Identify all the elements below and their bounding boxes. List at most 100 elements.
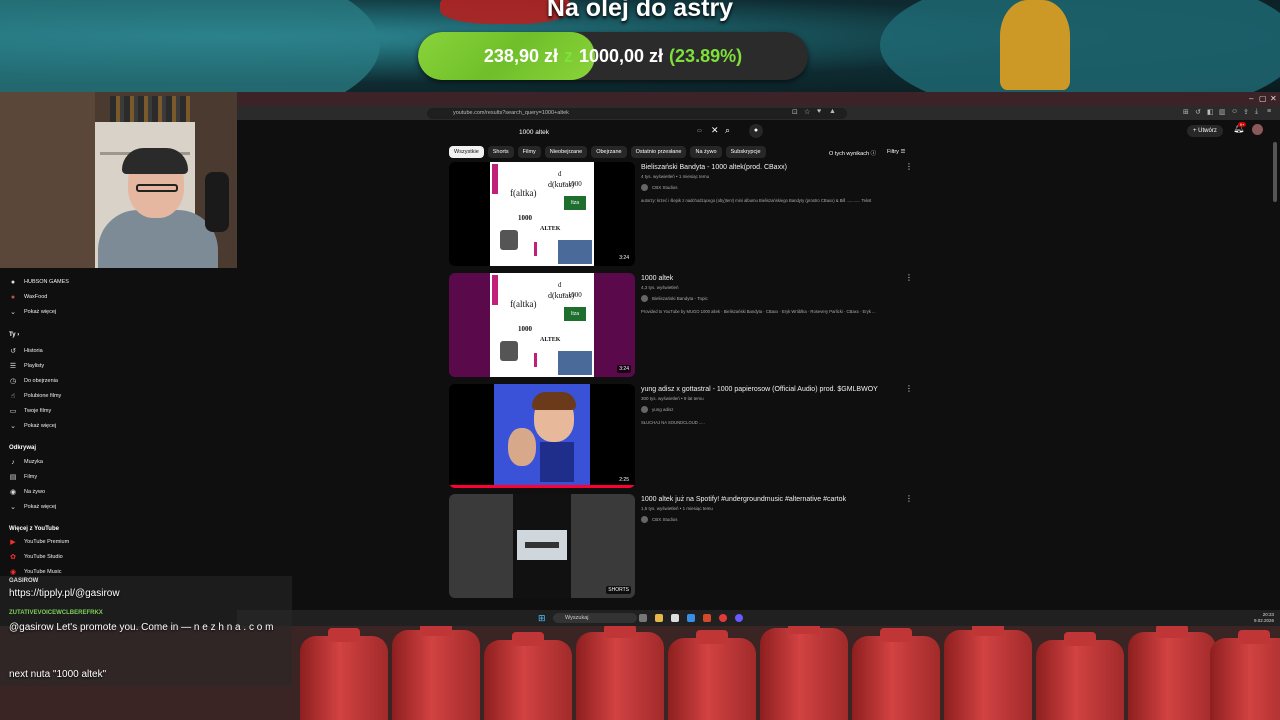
url-field[interactable]: youtube.com/results?search_query=1000+al… bbox=[427, 108, 847, 119]
sidebar-icon[interactable]: ▥ bbox=[1219, 108, 1226, 116]
video-title[interactable]: 1000 altek bbox=[641, 275, 673, 282]
install-icon[interactable]: ⊡ bbox=[792, 108, 798, 116]
sidebar-item-studio[interactable]: ✿ YouTube Studio bbox=[9, 551, 63, 563]
extension-icon[interactable]: ♥ bbox=[817, 108, 821, 115]
brave-icon[interactable] bbox=[703, 614, 711, 622]
history-icon[interactable]: ↺ bbox=[1195, 108, 1201, 116]
about-results-link[interactable]: O tych wynikach ⓘ bbox=[829, 149, 876, 157]
profile-icon[interactable]: ☺ bbox=[1231, 108, 1238, 115]
more-actions-icon[interactable]: ⋮ bbox=[905, 494, 913, 503]
sidebar-item-movies[interactable]: ▤ Filmy bbox=[9, 471, 37, 483]
sidebar-item-subscription[interactable]: ● HUBSON GAMES bbox=[9, 276, 69, 288]
channel-avatar[interactable] bbox=[641, 516, 648, 523]
search-result[interactable]: 2:25 yung adisz x gottastral - 1000 papi… bbox=[449, 384, 913, 489]
maximize-icon[interactable]: ▢ bbox=[1259, 94, 1267, 103]
video-title[interactable]: Bieliszański Bandyta - 1000 altek(prod. … bbox=[641, 164, 787, 171]
sidebar-item-music[interactable]: ♪ Muzyka bbox=[9, 456, 43, 468]
more-actions-icon[interactable]: ⋮ bbox=[905, 273, 913, 282]
video-channel[interactable]: yung adisz bbox=[641, 406, 674, 413]
sidebar-item-your-videos[interactable]: ▭ Twoje filmy bbox=[9, 405, 52, 417]
minimize-icon[interactable]: – bbox=[1249, 94, 1253, 103]
voice-search-icon[interactable]: ● bbox=[749, 124, 763, 138]
chip-7[interactable]: Subskrypcje bbox=[725, 146, 766, 158]
chat-username: ZUTATIVEVOICEWCLBEREFRKX bbox=[9, 610, 103, 616]
more-actions-icon[interactable]: ⋮ bbox=[905, 162, 913, 171]
video-duration: 3:24 bbox=[617, 254, 631, 262]
sidebar-item-playlists[interactable]: ☰ Playlisty bbox=[9, 360, 44, 372]
video-title[interactable]: yung adisz x gottastral - 1000 papieroso… bbox=[641, 386, 878, 393]
youtube-header: 1000 altek ▭ ✕ ⌕ ● + Utwórz 🔔︎ 9+ bbox=[237, 120, 1280, 142]
video-thumbnail[interactable]: 2:25 bbox=[449, 384, 635, 488]
chip-3[interactable]: Nieobejrzane bbox=[544, 146, 588, 158]
channel-avatar[interactable] bbox=[641, 295, 648, 302]
sidebar-item-label: Historia bbox=[24, 348, 43, 354]
sidebar-item-watch-later[interactable]: ◷ Do obejrzenia bbox=[9, 375, 58, 387]
sidebar-item-show-more[interactable]: ⌄ Pokaż więcej bbox=[9, 306, 56, 318]
youtube-sidebar: ● HUBSON GAMES ● WaxFood ⌄ Pokaż więcej Ty … bbox=[0, 268, 237, 626]
chip-2[interactable]: Filmy bbox=[517, 146, 541, 158]
sidebar-item-subscription[interactable]: ● WaxFood bbox=[9, 291, 47, 303]
channel-name[interactable]: CBX Studios bbox=[652, 517, 678, 522]
channel-avatar[interactable] bbox=[641, 406, 648, 413]
sidebar-item-history[interactable]: ↺ Historia bbox=[9, 345, 43, 357]
chip-1[interactable]: Shorts bbox=[487, 146, 514, 158]
file-explorer-icon[interactable] bbox=[655, 614, 663, 622]
start-icon[interactable]: ⊞ bbox=[538, 613, 546, 624]
search-result[interactable]: SHORTS 1000 altek już na Spotify! #under… bbox=[449, 494, 913, 599]
clear-search-icon[interactable]: ✕ bbox=[711, 125, 719, 136]
chrome-icon[interactable] bbox=[719, 614, 727, 622]
channel-avatar[interactable] bbox=[641, 184, 648, 191]
taskbar-search[interactable]: Wyszukaj bbox=[553, 613, 637, 623]
sidebar-item-live[interactable]: ◉ Na żywo bbox=[9, 486, 45, 498]
share-icon[interactable]: ⇪ bbox=[1243, 108, 1249, 116]
video-channel[interactable]: Bieliszański Bandyta - Topic bbox=[641, 295, 708, 302]
sidebar-item-label: Polubione filmy bbox=[24, 393, 62, 399]
task-view-icon[interactable] bbox=[639, 614, 647, 622]
search-icon[interactable]: ⌕ bbox=[725, 125, 739, 139]
video-channel[interactable]: CBX Studios bbox=[641, 184, 678, 191]
create-button[interactable]: + Utwórz bbox=[1187, 125, 1223, 137]
channel-name[interactable]: Bieliszański Bandyta - Topic bbox=[652, 296, 708, 301]
video-meta: 4 tys. wyświetleń • 1 miesiąc temu bbox=[641, 174, 710, 179]
search-result[interactable]: f(altka) d(kutas) d = 1000 Itza 1000 ALT… bbox=[449, 162, 913, 267]
sidebar-item-label: YouTube Studio bbox=[24, 554, 63, 560]
split-view-icon[interactable]: ◧ bbox=[1207, 108, 1214, 116]
sidebar-item-premium[interactable]: ▶ YouTube Premium bbox=[9, 536, 69, 548]
extensions-icon[interactable]: ⊞ bbox=[1183, 108, 1189, 116]
search-result[interactable]: f(altka) d(kutas) d = 1000 Itza 1000 ALT… bbox=[449, 273, 913, 378]
app-icon[interactable] bbox=[671, 614, 679, 622]
menu-icon[interactable]: ≡ bbox=[1267, 108, 1271, 115]
chip-6[interactable]: Na żywo bbox=[690, 146, 722, 158]
channel-name[interactable]: CBX Studios bbox=[652, 185, 678, 190]
video-thumbnail[interactable]: f(altka) d(kutas) d = 1000 Itza 1000 ALT… bbox=[449, 162, 635, 266]
adblock-icon[interactable]: ▲ bbox=[829, 108, 836, 115]
bookmark-icon[interactable]: ☆ bbox=[804, 108, 810, 116]
filters-button[interactable]: Filtry ☰ bbox=[887, 149, 905, 155]
chip-0[interactable]: Wszystkie bbox=[449, 146, 484, 158]
channel-name[interactable]: yung adisz bbox=[652, 407, 674, 412]
sidebar-item-liked[interactable]: ☝ Polubione filmy bbox=[9, 390, 61, 402]
video-thumbnail[interactable]: SHORTS bbox=[449, 494, 635, 598]
keyboard-icon[interactable]: ▭ bbox=[697, 128, 702, 134]
thumbs-up-icon: ☝ bbox=[10, 393, 16, 400]
search-input[interactable]: 1000 altek bbox=[519, 126, 719, 139]
video-title[interactable]: 1000 altek już na Spotify! #undergroundm… bbox=[641, 496, 846, 503]
sidebar-item-show-more[interactable]: ⌄ Pokaż więcej bbox=[9, 501, 56, 513]
chip-4[interactable]: Obejrzane bbox=[591, 146, 627, 158]
video-channel[interactable]: CBX Studios bbox=[641, 516, 678, 523]
thumb-1000: 1000 bbox=[518, 325, 532, 333]
account-avatar[interactable] bbox=[1252, 124, 1263, 135]
more-actions-icon[interactable]: ⋮ bbox=[905, 384, 913, 393]
store-icon[interactable] bbox=[687, 614, 695, 622]
taskbar-clock[interactable]: 20:33 9.02.2026 bbox=[1254, 612, 1274, 624]
scrollbar-thumb[interactable] bbox=[1273, 142, 1277, 202]
download-icon[interactable]: ⤓ bbox=[1255, 108, 1258, 116]
sidebar-explore-header: Odkrywaj bbox=[9, 445, 37, 451]
video-thumbnail[interactable]: f(altka) d(kutas) d = 1000 Itza 1000 ALT… bbox=[449, 273, 635, 377]
close-window-icon[interactable]: ✕ bbox=[1270, 94, 1277, 103]
sidebar-you-header[interactable]: Ty › bbox=[9, 332, 19, 338]
chip-5[interactable]: Ostatnio przesłane bbox=[630, 146, 687, 158]
stream-chat: GASIROW https://tipply.pl/@gasirow ZUTAT… bbox=[0, 576, 292, 686]
discord-icon[interactable] bbox=[735, 614, 743, 622]
sidebar-item-show-more[interactable]: ⌄ Pokaż więcej bbox=[9, 420, 56, 432]
